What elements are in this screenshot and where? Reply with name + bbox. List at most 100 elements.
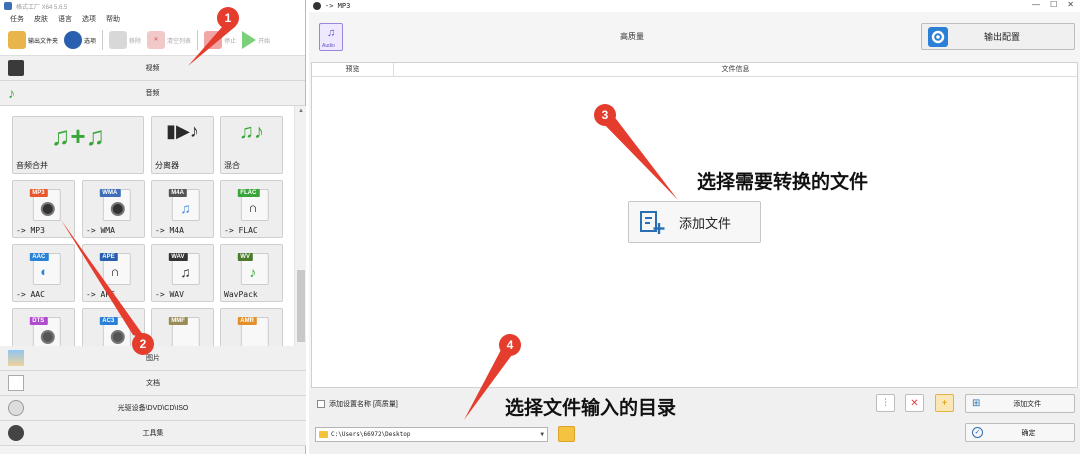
dts-tile[interactable]: DTS	[12, 308, 75, 346]
ape-icon: APE ∩	[99, 253, 131, 285]
wavpack-tile[interactable]: WV ♪ WavPack	[220, 244, 283, 302]
mp3-tile[interactable]: MP3 -> MP3	[12, 180, 75, 238]
disc-icon	[110, 202, 125, 216]
amr-tile[interactable]: AMR	[220, 308, 283, 346]
menu-task[interactable]: 任务	[10, 14, 24, 24]
add-setting-name-checkbox[interactable]	[317, 400, 325, 408]
column-file-info[interactable]: 文件信息	[394, 63, 1077, 76]
mp3-conversion-dialog: -> MP3 — ☐ ✕ ♫ Audio 高质量 输出配置 预览 文件信息 添加…	[309, 0, 1080, 454]
scroll-thumb[interactable]	[297, 270, 305, 342]
tile-label: 分离器	[155, 161, 179, 170]
menu-options[interactable]: 选项	[82, 14, 96, 24]
music-note-icon: ♪	[249, 264, 257, 280]
options-button[interactable]: 选项	[64, 31, 96, 49]
format-tag: MP3	[29, 189, 48, 197]
bottom-categories: 图片 文档 光驱设备\DVD\CD\ISO 工具集	[0, 346, 306, 446]
toolbar-separator	[102, 30, 104, 50]
m4a-tile[interactable]: M4A ♫ -> M4A	[151, 180, 214, 238]
add-setting-name-label: 添加设置名称 [高质量]	[329, 401, 398, 408]
remove-button[interactable]: 移除	[109, 31, 141, 49]
remove-file-button[interactable]: ✕	[905, 394, 924, 412]
disc-icon	[40, 202, 55, 216]
ape-tile[interactable]: APE ∩ -> APE	[82, 244, 145, 302]
category-disc[interactable]: 光驱设备\DVD\CD\ISO	[0, 396, 306, 421]
category-video-label: 视频	[145, 65, 160, 72]
splitter-tile[interactable]: ▮▶♪ 分离器	[151, 116, 214, 174]
tile-label: -> APE	[86, 290, 115, 299]
scroll-up-icon[interactable]: ▲	[298, 108, 304, 114]
main-titlebar: 格式工厂 X64 5.6.5	[0, 0, 305, 12]
disc-icon	[8, 400, 24, 416]
step-marker-3: 3	[594, 104, 616, 126]
category-audio[interactable]: ♪ 音频	[0, 81, 305, 106]
add-file-button[interactable]: ⊞ 添加文件	[965, 394, 1075, 413]
category-document[interactable]: 文档	[0, 371, 306, 396]
headphones-icon: ∩	[110, 264, 120, 279]
step-marker-2: 2	[132, 333, 154, 355]
category-tools[interactable]: 工具集	[0, 421, 306, 446]
ok-button[interactable]: ✓ 确定	[965, 423, 1075, 442]
mix-tile[interactable]: ♫♪ 混合	[220, 116, 283, 174]
audio-join-icon: ♫+♫	[50, 121, 106, 151]
folder-icon	[319, 431, 328, 438]
start-label: 开始	[258, 38, 271, 45]
add-setting-name-option[interactable]: 添加设置名称 [高质量]	[317, 399, 398, 409]
category-picture[interactable]: 图片	[0, 346, 306, 371]
dialog-footer: 添加设置名称 [高质量] C:\Users\66972\Desktop ▼ ⫶ …	[309, 388, 1080, 454]
music-note-icon: ♫	[180, 200, 191, 216]
tile-label: WavPack	[224, 290, 258, 299]
format-tag: AMR	[237, 317, 257, 325]
music-note-icon: ♫	[327, 27, 336, 39]
amr-icon: AMR	[237, 317, 269, 346]
speaker-icon	[110, 330, 125, 344]
browse-folder-button[interactable]	[558, 426, 575, 442]
tiles-scrollbar[interactable]: ▲	[294, 106, 306, 346]
mmf-tile[interactable]: MMF	[151, 308, 214, 346]
dialog-app-icon	[313, 2, 321, 10]
dialog-title: -> MP3	[325, 2, 351, 10]
app-icon	[4, 2, 12, 10]
add-file-center-button[interactable]: 添加文件	[628, 201, 761, 243]
flac-tile[interactable]: FLAC ∩ -> FLAC	[220, 180, 283, 238]
category-disc-label: 光驱设备\DVD\CD\ISO	[117, 405, 189, 412]
output-path-select[interactable]: C:\Users\66972\Desktop ▼	[315, 427, 548, 442]
add-folder-button[interactable]: +	[935, 394, 954, 412]
audio-join-tile[interactable]: ♫+♫ 音频合并	[12, 116, 144, 174]
add-file-label: 添加文件	[1013, 400, 1042, 408]
main-window-title: 格式工厂 X64 5.6.5	[16, 4, 68, 11]
audio-edit-button[interactable]: ⫶	[876, 394, 895, 412]
check-circle-icon: ✓	[972, 427, 983, 438]
stop-button[interactable]: 停止	[204, 31, 236, 49]
clear-list-button[interactable]: ✕ 清空列表	[147, 31, 191, 49]
start-button[interactable]: 开始	[242, 31, 270, 49]
maximize-icon[interactable]: ☐	[1050, 0, 1057, 9]
wav-icon: WAV ♫	[168, 253, 200, 285]
chevron-down-icon[interactable]: ▼	[540, 431, 544, 438]
aac-tile[interactable]: AAC ◐ -> AAC	[12, 244, 75, 302]
audio-icon: ♪	[8, 85, 15, 101]
toolbar-separator	[197, 30, 199, 50]
wma-tile[interactable]: WMA -> WMA	[82, 180, 145, 238]
headphones-icon: ∩	[248, 200, 258, 215]
minimize-icon[interactable]: —	[1032, 0, 1040, 9]
annotation-select-file: 选择需要转换的文件	[697, 172, 869, 193]
mix-icon: ♫♪	[239, 121, 264, 143]
menu-help[interactable]: 帮助	[106, 14, 120, 24]
folder-icon	[8, 31, 26, 49]
speaker-icon	[40, 330, 55, 344]
menu-skin[interactable]: 皮肤	[34, 14, 48, 24]
wav-tile[interactable]: WAV ♫ -> WAV	[151, 244, 214, 302]
format-tag: AAC	[29, 253, 49, 261]
output-folder-button[interactable]: 输出文件夹	[8, 31, 58, 49]
format-tag: DTS	[29, 317, 48, 325]
column-preview[interactable]: 预览	[312, 63, 394, 76]
stop-label: 停止	[224, 38, 237, 45]
options-icon	[64, 31, 83, 49]
close-icon[interactable]: ✕	[1067, 0, 1074, 9]
menu-language[interactable]: 语言	[58, 14, 72, 24]
output-config-button[interactable]: 输出配置	[921, 23, 1075, 50]
output-folder-label: 输出文件夹	[28, 38, 59, 45]
category-video[interactable]: 视频	[0, 56, 305, 81]
step-marker-4: 4	[499, 334, 521, 356]
wma-icon: WMA	[99, 189, 131, 221]
